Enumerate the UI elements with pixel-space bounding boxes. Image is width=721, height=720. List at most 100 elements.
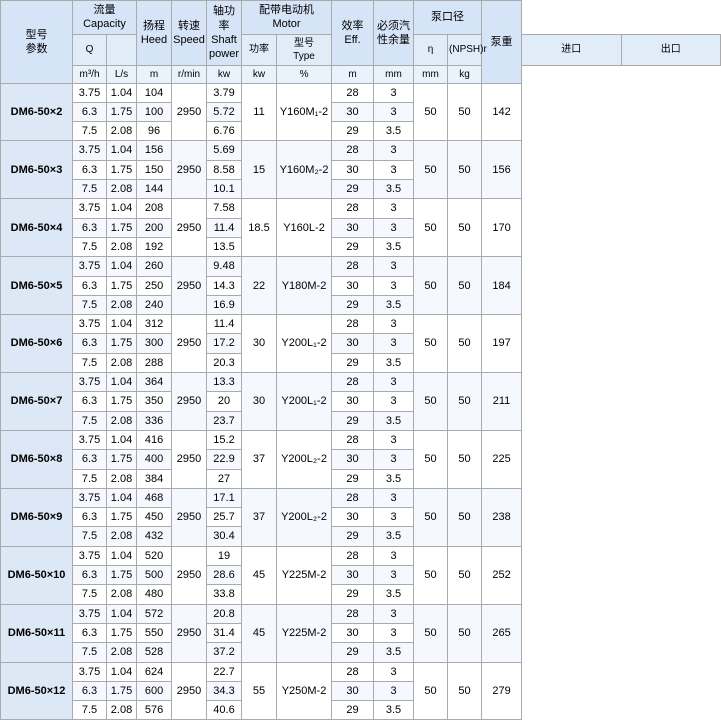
kw-unit: kw bbox=[242, 65, 277, 83]
q-value: 7.5 bbox=[73, 353, 107, 372]
table-row: 6.31.7555031.4303 bbox=[1, 623, 721, 642]
shaft-power-value: 6.76 bbox=[207, 122, 242, 141]
q-value: 6.3 bbox=[73, 334, 107, 353]
h-value: 550 bbox=[137, 623, 172, 642]
ls-value: 1.04 bbox=[107, 488, 137, 507]
h-value: 312 bbox=[137, 315, 172, 334]
model-cell: DM6-50×9 bbox=[1, 488, 73, 546]
motor-type-value: Y160L-2 bbox=[277, 199, 332, 257]
npsh-value: 3 bbox=[374, 83, 414, 102]
model-cell: DM6-50×7 bbox=[1, 373, 73, 431]
model-cell: DM6-50×10 bbox=[1, 546, 73, 604]
efficiency-value: 29 bbox=[332, 353, 374, 372]
ls-value: 2.08 bbox=[107, 411, 137, 430]
ls-value: 1.04 bbox=[107, 546, 137, 565]
inlet-value: 50 bbox=[414, 83, 448, 141]
eta-header: η bbox=[414, 34, 448, 65]
header-row-3: m³/h L/s m r/min kw kw % m mm mm kg bbox=[1, 65, 721, 83]
ls-value: 2.08 bbox=[107, 353, 137, 372]
table-row: 7.52.0857640.6293.5 bbox=[1, 701, 721, 720]
shaft-power-value: 20.3 bbox=[207, 353, 242, 372]
efficiency-value: 29 bbox=[332, 295, 374, 314]
ls-value: 2.08 bbox=[107, 527, 137, 546]
efficiency-value: 29 bbox=[332, 701, 374, 720]
shaft-power-value: 10.1 bbox=[207, 180, 242, 199]
shaft-power-value: 9.48 bbox=[207, 257, 242, 276]
h-value: 260 bbox=[137, 257, 172, 276]
shaft-power-value: 22.9 bbox=[207, 450, 242, 469]
inlet-value: 50 bbox=[414, 373, 448, 431]
table-row: 7.52.0814410.1293.5 bbox=[1, 180, 721, 199]
shaft-power-value: 30.4 bbox=[207, 527, 242, 546]
table-row: 7.52.0852837.2293.5 bbox=[1, 643, 721, 662]
model-cell: DM6-50×12 bbox=[1, 662, 73, 720]
q-value: 6.3 bbox=[73, 566, 107, 585]
h-unit: m bbox=[137, 65, 172, 83]
table-row: 6.31.751005.72303 bbox=[1, 102, 721, 121]
q-value: 7.5 bbox=[73, 295, 107, 314]
motor-kw-value: 37 bbox=[242, 430, 277, 488]
h-value: 240 bbox=[137, 295, 172, 314]
kg-unit: kg bbox=[448, 65, 482, 83]
table-row: DM6-50×103.751.0452029501945Y225M-228350… bbox=[1, 546, 721, 565]
speed-header: 转速Speed bbox=[172, 1, 207, 66]
q-value: 3.75 bbox=[73, 488, 107, 507]
h-value: 468 bbox=[137, 488, 172, 507]
q-value: 3.75 bbox=[73, 546, 107, 565]
table-row: 6.31.751508.58303 bbox=[1, 160, 721, 179]
weight-value: 265 bbox=[482, 604, 522, 662]
motor-kw-value: 30 bbox=[242, 315, 277, 373]
efficiency-value: 30 bbox=[332, 392, 374, 411]
weight-value: 197 bbox=[482, 315, 522, 373]
table-row: 7.52.0824016.9293.5 bbox=[1, 295, 721, 314]
table-row: DM6-50×53.751.0426029509.4822Y180M-22835… bbox=[1, 257, 721, 276]
npsh-value: 3 bbox=[374, 566, 414, 585]
q-value: 3.75 bbox=[73, 199, 107, 218]
model-cell: DM6-50×5 bbox=[1, 257, 73, 315]
h-value: 250 bbox=[137, 276, 172, 295]
npsh-value: 3 bbox=[374, 276, 414, 295]
q-value: 3.75 bbox=[73, 141, 107, 160]
ls-value: 1.75 bbox=[107, 392, 137, 411]
inlet-value: 50 bbox=[414, 315, 448, 373]
q2-header bbox=[107, 34, 137, 65]
efficiency-value: 29 bbox=[332, 527, 374, 546]
weight-value: 238 bbox=[482, 488, 522, 546]
shaft-power-value: 16.9 bbox=[207, 295, 242, 314]
speed-value: 2950 bbox=[172, 141, 207, 199]
ls-value: 2.08 bbox=[107, 585, 137, 604]
h-value: 600 bbox=[137, 681, 172, 700]
motor-type-value: Y200L₂-2 bbox=[277, 430, 332, 488]
npsh-value: 3.5 bbox=[374, 295, 414, 314]
weight-value: 142 bbox=[482, 83, 522, 141]
inlet-header: 进口 bbox=[522, 34, 621, 65]
speed-value: 2950 bbox=[172, 83, 207, 141]
h-value: 156 bbox=[137, 141, 172, 160]
shaft-power-value: 3.79 bbox=[207, 83, 242, 102]
ls-value: 1.75 bbox=[107, 218, 137, 237]
efficiency-value: 29 bbox=[332, 585, 374, 604]
h-value: 400 bbox=[137, 450, 172, 469]
npsh-value: 3 bbox=[374, 546, 414, 565]
q-value: 6.3 bbox=[73, 276, 107, 295]
efficiency-value: 30 bbox=[332, 102, 374, 121]
npsh-value: 3 bbox=[374, 218, 414, 237]
npsh-value: 3 bbox=[374, 488, 414, 507]
port-size-header: 泵口径 bbox=[414, 1, 482, 35]
ls-value: 2.08 bbox=[107, 701, 137, 720]
h-value: 96 bbox=[137, 122, 172, 141]
table-row: 7.52.0833623.7293.5 bbox=[1, 411, 721, 430]
weight-value: 279 bbox=[482, 662, 522, 720]
shaft-power-value: 31.4 bbox=[207, 623, 242, 642]
motor-type-value: Y180M-2 bbox=[277, 257, 332, 315]
ls-value: 2.08 bbox=[107, 237, 137, 256]
shaft-power-value: 5.69 bbox=[207, 141, 242, 160]
efficiency-value: 28 bbox=[332, 199, 374, 218]
efficiency-value: 30 bbox=[332, 334, 374, 353]
inlet-value: 50 bbox=[414, 430, 448, 488]
q-value: 6.3 bbox=[73, 508, 107, 527]
efficiency-value: 28 bbox=[332, 257, 374, 276]
npsh-value: 3 bbox=[374, 373, 414, 392]
h-value: 208 bbox=[137, 199, 172, 218]
table-row: DM6-50×43.751.0420829507.5818.5Y160L-228… bbox=[1, 199, 721, 218]
